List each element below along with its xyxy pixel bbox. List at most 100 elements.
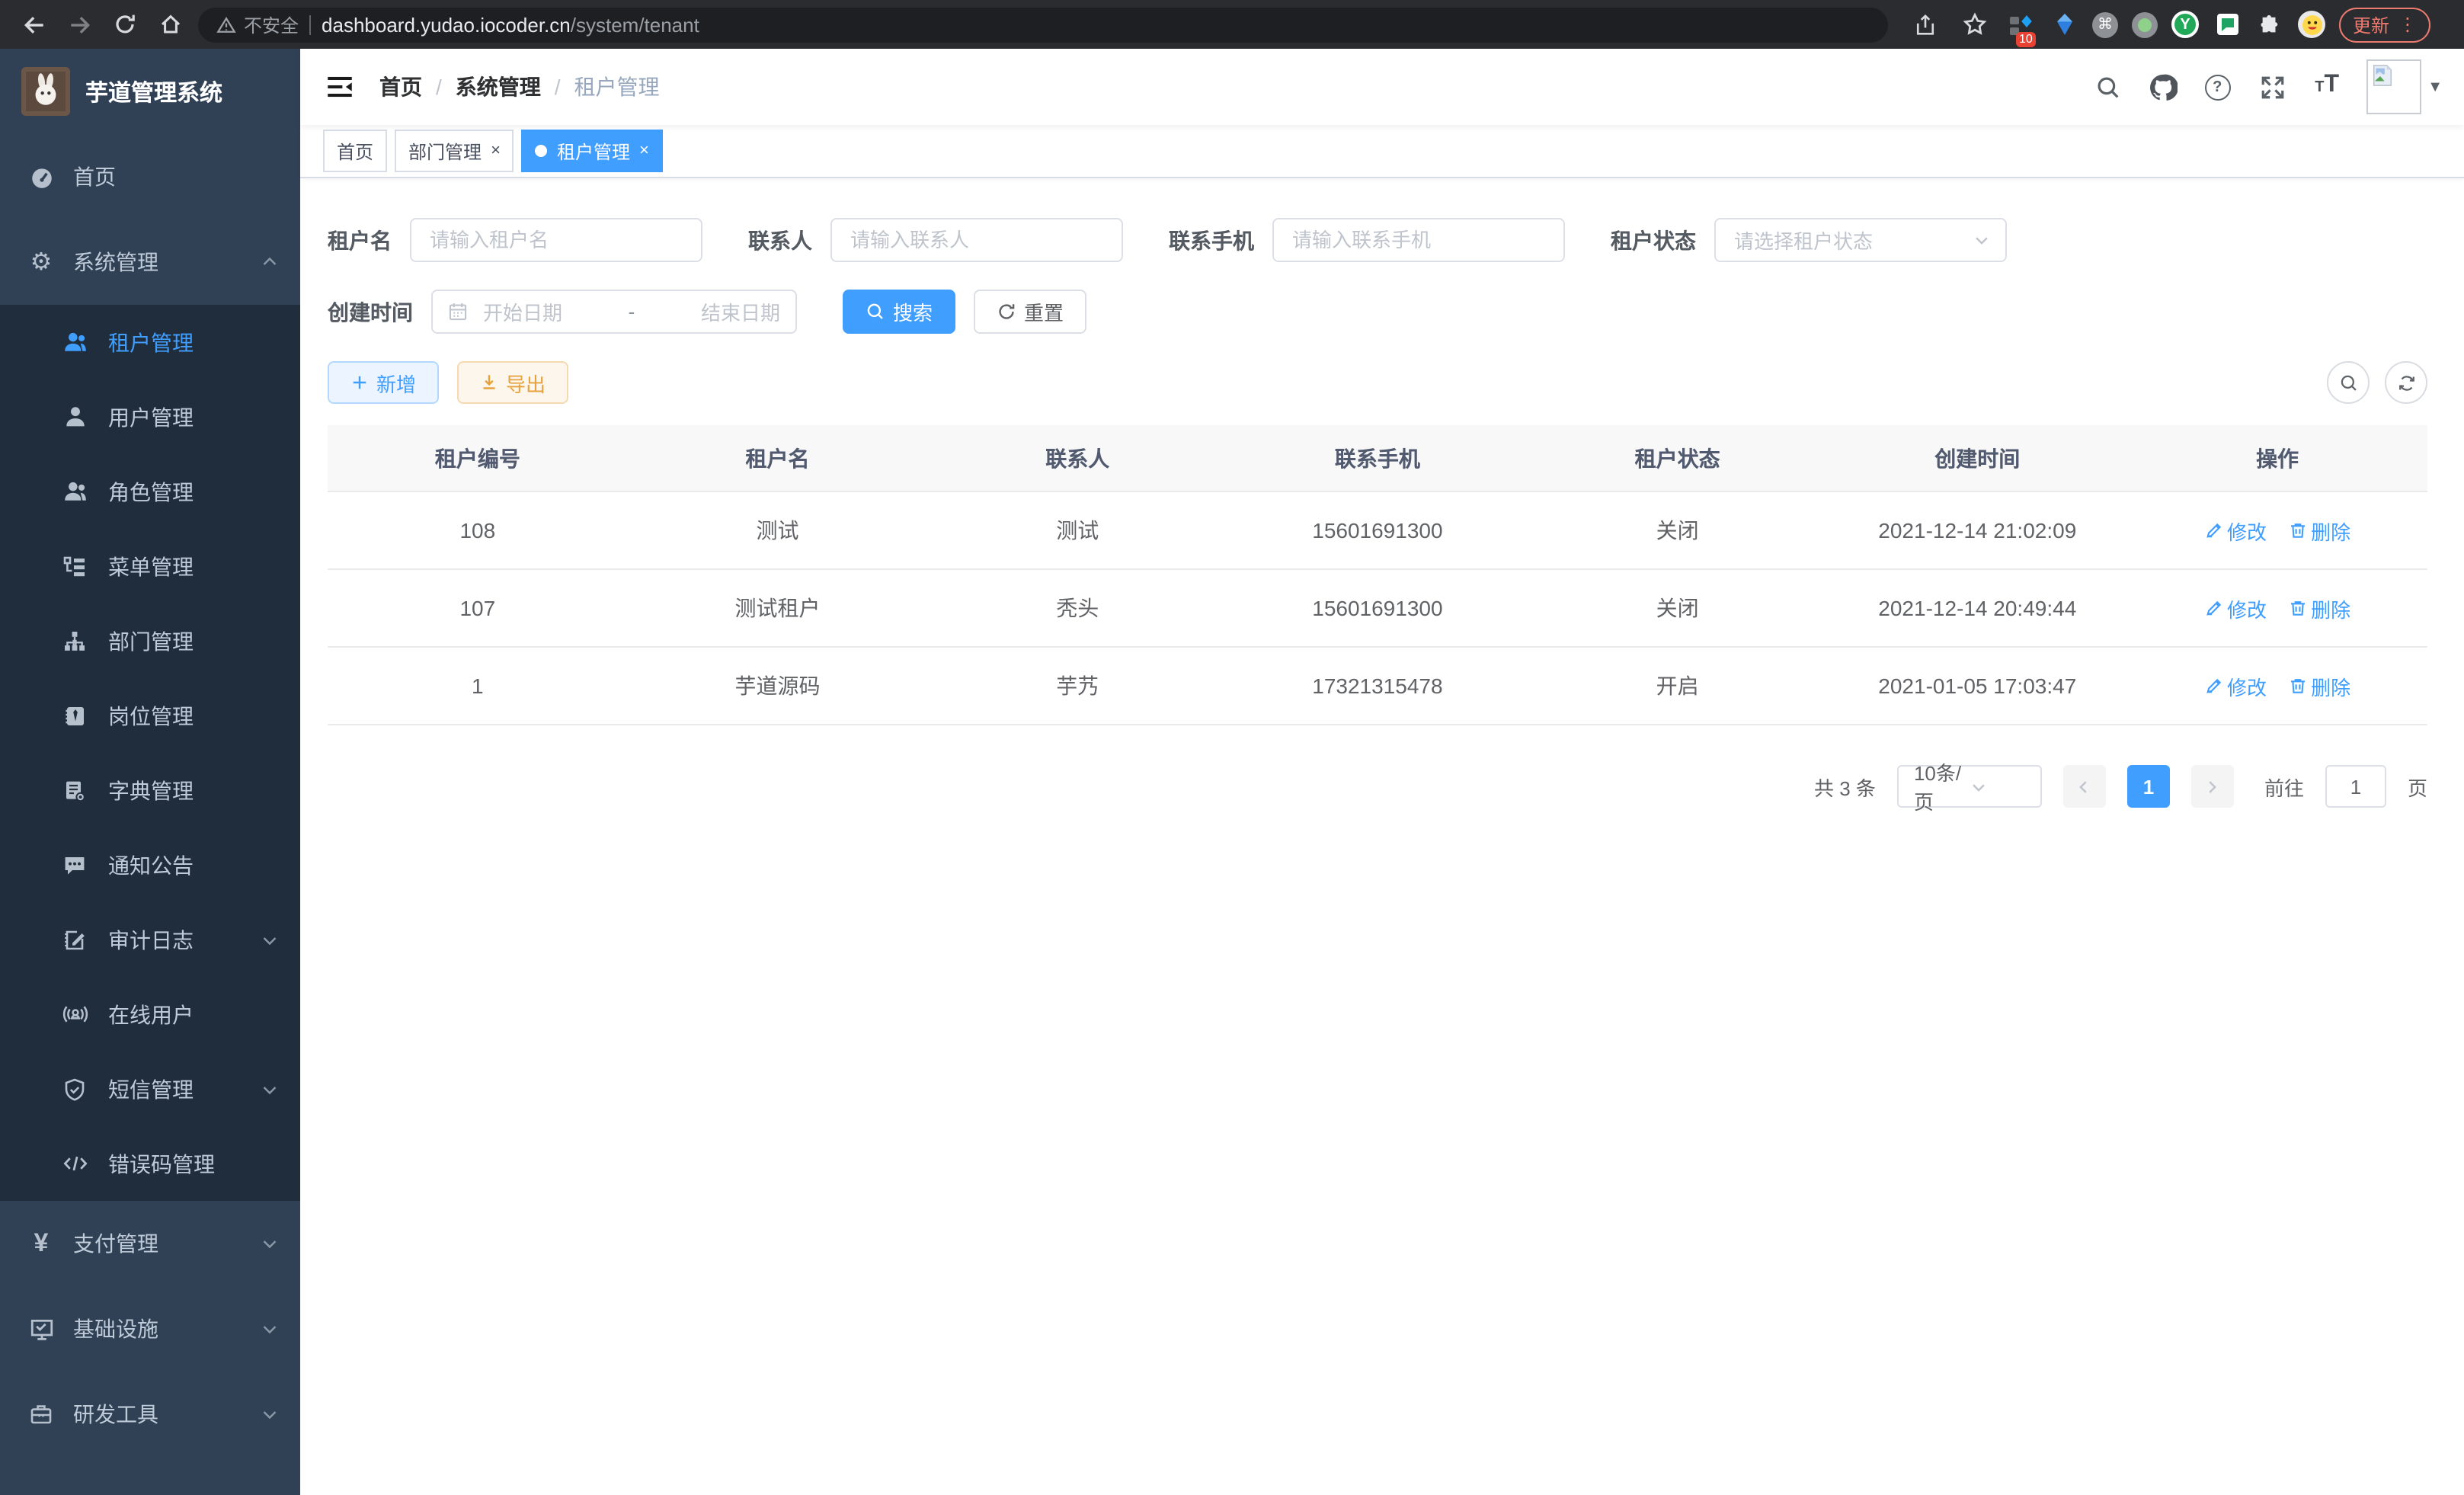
- export-button[interactable]: 导出: [457, 361, 568, 404]
- add-button[interactable]: 新增: [328, 361, 439, 404]
- sidebar-item-error-codes[interactable]: 错误码管理: [0, 1126, 300, 1201]
- date-range-picker[interactable]: 开始日期 - 结束日期: [431, 290, 797, 334]
- col-status: 租户状态: [1528, 425, 1828, 491]
- avatar[interactable]: [2366, 59, 2421, 114]
- close-icon[interactable]: ×: [491, 142, 501, 160]
- extensions-puzzle-icon[interactable]: [2255, 10, 2284, 39]
- extension-sketch-icon[interactable]: 10: [2007, 10, 2036, 39]
- reset-button[interactable]: 重置: [974, 290, 1086, 334]
- sidebar-item-menus[interactable]: 菜单管理: [0, 529, 300, 603]
- sidebar-item-roles[interactable]: 角色管理: [0, 454, 300, 529]
- sidebar: 芋道管理系统 首页 ⚙ 系统管理: [0, 49, 300, 1495]
- edit-link[interactable]: 修改: [2204, 516, 2267, 545]
- page-number-1[interactable]: 1: [2127, 765, 2170, 808]
- extension-gem-icon[interactable]: [2050, 10, 2078, 39]
- monitor-icon: [27, 1315, 55, 1343]
- back-icon[interactable]: [15, 6, 52, 43]
- trash-icon: [2288, 599, 2306, 617]
- next-page-button[interactable]: [2191, 765, 2234, 808]
- delete-link[interactable]: 删除: [2288, 594, 2350, 623]
- extension-emoji-icon[interactable]: [2298, 11, 2325, 38]
- bookmark-star-icon[interactable]: [1957, 6, 1993, 43]
- cell-actions: 修改删除: [2127, 491, 2427, 569]
- mobile-input[interactable]: [1272, 218, 1565, 262]
- tab-departments[interactable]: 部门管理 ×: [395, 130, 514, 172]
- sidebar-item-infrastructure[interactable]: 基础设施: [0, 1286, 300, 1372]
- calendar-icon: [448, 302, 468, 322]
- breadcrumb-home[interactable]: 首页: [379, 72, 422, 102]
- sidebar-item-sms[interactable]: 短信管理: [0, 1052, 300, 1126]
- delete-link[interactable]: 删除: [2288, 516, 2350, 545]
- tab-home[interactable]: 首页: [323, 130, 387, 172]
- breadcrumb-system[interactable]: 系统管理: [456, 72, 541, 102]
- sidebar-item-dict[interactable]: 字典管理: [0, 753, 300, 828]
- browser-menu-icon[interactable]: ⋮: [2398, 14, 2417, 35]
- github-icon[interactable]: [2147, 72, 2178, 102]
- cell-actions: 修改删除: [2127, 569, 2427, 647]
- edit-link[interactable]: 修改: [2204, 594, 2267, 623]
- search-button[interactable]: 搜索: [843, 290, 955, 334]
- contact-input[interactable]: [830, 218, 1123, 262]
- sidebar-item-tenant[interactable]: 租户管理: [0, 305, 300, 379]
- page-size-select[interactable]: 10条/页: [1897, 765, 2042, 808]
- address-bar[interactable]: 不安全 dashboard.yudao.iocoder.cn/system/te…: [198, 7, 1888, 42]
- font-size-icon[interactable]: TT: [2312, 72, 2342, 102]
- toggle-search-icon[interactable]: [2327, 361, 2370, 404]
- header-search-icon[interactable]: [2092, 72, 2123, 102]
- prev-page-button[interactable]: [2063, 765, 2106, 808]
- range-separator: -: [629, 300, 635, 323]
- browser-update-button[interactable]: 更新 ⋮: [2339, 7, 2430, 42]
- sidebar-item-online-users[interactable]: 在线用户: [0, 977, 300, 1052]
- sidebar-item-departments[interactable]: 部门管理: [0, 603, 300, 678]
- reload-icon[interactable]: [107, 6, 143, 43]
- app-logo-row[interactable]: 芋道管理系统: [0, 49, 300, 134]
- share-icon[interactable]: [1906, 6, 1943, 43]
- filter-mobile: 联系手机: [1169, 218, 1565, 262]
- edit-icon: [2204, 677, 2222, 695]
- extension-y-icon[interactable]: Y: [2171, 11, 2199, 38]
- help-icon[interactable]: ?: [2202, 72, 2232, 102]
- field-label: 租户状态: [1611, 225, 1696, 255]
- sidebar-item-audit-log[interactable]: 审计日志: [0, 902, 300, 977]
- close-icon[interactable]: ×: [639, 142, 649, 160]
- cell-created: 2021-12-14 20:49:44: [1827, 569, 2127, 647]
- tenant-name-input[interactable]: [410, 218, 702, 262]
- sidebar-item-devtools[interactable]: 研发工具: [0, 1372, 300, 1457]
- refresh-table-icon[interactable]: [2385, 361, 2427, 404]
- sidebar-item-posts[interactable]: 岗位管理: [0, 678, 300, 753]
- fullscreen-icon[interactable]: [2257, 72, 2287, 102]
- sidebar-item-label: 审计日志: [108, 924, 241, 955]
- sidebar-item-payment[interactable]: ¥ 支付管理: [0, 1201, 300, 1286]
- sidebar-item-system[interactable]: ⚙ 系统管理: [0, 219, 300, 305]
- edit-link[interactable]: 修改: [2204, 671, 2267, 700]
- tab-tenant[interactable]: 租户管理 ×: [522, 130, 663, 172]
- extension-green-dot-icon[interactable]: [2132, 11, 2158, 37]
- sidebar-menu: 首页 ⚙ 系统管理 租户管理: [0, 134, 300, 1495]
- top-navbar: 首页 / 系统管理 / 租户管理 ?: [300, 49, 2464, 125]
- sidebar-toggle-icon[interactable]: [325, 72, 355, 102]
- cell-created: 2021-01-05 17:03:47: [1827, 647, 2127, 725]
- sidebar-item-users[interactable]: 用户管理: [0, 379, 300, 454]
- table-toolbar: 新增 导出: [328, 361, 2427, 404]
- sidebar-item-home[interactable]: 首页: [0, 134, 300, 219]
- breadcrumb: 首页 / 系统管理 / 租户管理: [379, 72, 660, 102]
- home-icon[interactable]: [152, 6, 189, 43]
- security-status[interactable]: 不安全: [216, 11, 299, 37]
- chevron-down-icon: [1973, 232, 1990, 248]
- sidebar-item-label: 字典管理: [108, 775, 194, 805]
- extension-chat-icon[interactable]: [2213, 10, 2242, 39]
- audit-log-icon: [61, 926, 88, 953]
- table-header-row: 租户编号 租户名 联系人 联系手机 租户状态 创建时间 操作: [328, 425, 2427, 491]
- status-select[interactable]: 请选择租户状态: [1714, 218, 2007, 262]
- goto-page-input[interactable]: [2325, 765, 2386, 808]
- chevron-right-icon: [2204, 778, 2221, 795]
- trash-icon: [2288, 521, 2306, 539]
- forward-icon[interactable]: [61, 6, 98, 43]
- url-text[interactable]: dashboard.yudao.iocoder.cn/system/tenant: [322, 13, 699, 36]
- sidebar-item-label: 研发工具: [73, 1399, 242, 1429]
- extension-command-icon[interactable]: ⌘: [2092, 11, 2118, 37]
- sidebar-item-notice[interactable]: 通知公告: [0, 828, 300, 902]
- tenants-icon: [61, 328, 88, 356]
- avatar-dropdown-caret[interactable]: ▼: [2427, 78, 2443, 95]
- delete-link[interactable]: 删除: [2288, 671, 2350, 700]
